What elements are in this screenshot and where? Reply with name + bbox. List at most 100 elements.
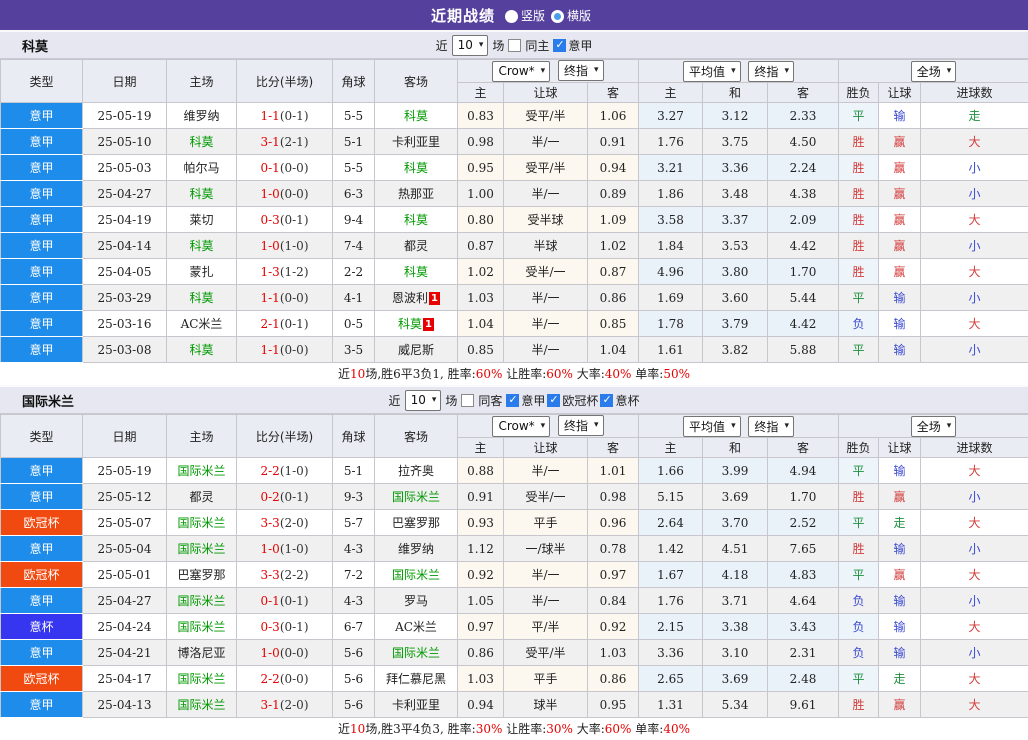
league-checkbox-label: 意甲: [521, 392, 545, 409]
result-handicap-cell: 输: [879, 311, 921, 337]
col-away: 客场: [375, 60, 458, 103]
matches-label: 场: [492, 37, 504, 54]
halftime-score: (1-0): [280, 542, 309, 556]
score-cell: 0-3(0-1): [237, 614, 333, 640]
date-cell: 25-03-08: [83, 337, 167, 363]
summary-segment: 60%: [605, 722, 632, 736]
score-cell: 2-2(0-0): [237, 666, 333, 692]
league-cell: 意甲: [1, 458, 83, 484]
halftime-score: (0-0): [280, 672, 309, 686]
team-name: 科莫: [22, 36, 48, 55]
average-stage-select[interactable]: 终指▾: [748, 416, 794, 437]
result-outcome-cell: 胜: [839, 259, 879, 285]
halftime-score: (0-0): [280, 343, 309, 357]
subcol-avg-home: 主: [639, 438, 703, 458]
home-team-cell: 国际米兰: [167, 614, 237, 640]
subcol-goals-result: 进球数: [921, 83, 1028, 103]
result-handicap-cell: 输: [879, 536, 921, 562]
odds-stage-select[interactable]: 终指▾: [558, 60, 604, 81]
result-goals-cell: 大: [921, 614, 1028, 640]
fulltime-score: 1-3: [260, 265, 279, 279]
away-team-cell: 科莫1: [375, 311, 458, 337]
result-goals-cell: 小: [921, 337, 1028, 363]
home-team-cell: 国际米兰: [167, 666, 237, 692]
subcol-handicap-result: 让球: [879, 83, 921, 103]
topbar: 近期战绩 竖版横版: [0, 0, 1028, 30]
score-cell: 2-2(1-0): [237, 458, 333, 484]
away-team-name: 科莫: [404, 109, 428, 123]
home-team-cell: AC米兰: [167, 311, 237, 337]
odds-stage-select[interactable]: 终指▾: [558, 415, 604, 436]
odds-away-cell: 1.06: [588, 103, 639, 129]
result-handicap-cell: 赢: [879, 259, 921, 285]
chevron-down-icon: ▾: [947, 67, 952, 76]
odds-away-cell: 0.78: [588, 536, 639, 562]
odds-source-select[interactable]: Crow*▾: [492, 61, 550, 82]
result-handicap-cell: 输: [879, 103, 921, 129]
same-venue-checkbox[interactable]: [461, 394, 474, 407]
team-name: 国际米兰: [22, 391, 74, 410]
col-score: 比分(半场): [237, 415, 333, 458]
avg-home-cell: 1.84: [639, 233, 703, 259]
average-select[interactable]: 平均值▾: [683, 416, 741, 437]
result-handicap-cell: 赢: [879, 207, 921, 233]
home-team-cell: 国际米兰: [167, 692, 237, 718]
recent-count-select[interactable]: 10▾: [452, 35, 489, 56]
league-checkbox[interactable]: [506, 394, 519, 407]
summary-segment: 10: [350, 367, 365, 381]
result-handicap-cell: 输: [879, 614, 921, 640]
away-team-cell: 国际米兰: [375, 640, 458, 666]
league-checkbox[interactable]: [547, 394, 560, 407]
summary-segment: 近: [338, 367, 350, 381]
corners-cell: 6-3: [333, 181, 375, 207]
odds-away-cell: 0.86: [588, 666, 639, 692]
average-stage-select[interactable]: 终指▾: [748, 61, 794, 82]
away-team-cell: 威尼斯: [375, 337, 458, 363]
halftime-score: (2-0): [280, 516, 309, 530]
matches-tbody: 意甲25-05-19维罗纳1-1(0-1)5-5科莫0.83受平/半1.063.…: [1, 103, 1028, 363]
odds-group: Crow*▾ 终指▾: [458, 60, 639, 83]
scope-select[interactable]: 全场▾: [911, 61, 957, 82]
away-team-cell: 科莫: [375, 207, 458, 233]
date-cell: 25-04-19: [83, 207, 167, 233]
odds-source-select[interactable]: Crow*▾: [492, 416, 550, 437]
home-team-name: 国际米兰: [177, 542, 225, 556]
horizontal-layout-radio[interactable]: [551, 10, 564, 23]
match-row: 意甲25-03-29科莫1-1(0-0)4-1恩波利11.03半/一0.861.…: [1, 285, 1028, 311]
team-section-inter: 国际米兰 近 10▾ 场 同客 意甲欧冠杯意杯 类型 日期 主场 比分(半场) …: [0, 385, 1028, 740]
corners-cell: 5-5: [333, 155, 375, 181]
chevron-down-icon: ▾: [947, 422, 952, 431]
summary-segment: 让胜率:: [502, 722, 546, 736]
league-checkbox[interactable]: [600, 394, 613, 407]
league-cell: 意甲: [1, 259, 83, 285]
odds-handicap-cell: 受半/一: [504, 259, 588, 285]
home-team-name: AC米兰: [181, 317, 223, 331]
recent-count-select[interactable]: 10▾: [405, 390, 442, 411]
match-row: 意甲25-04-19莱切0-3(0-1)9-4科莫0.80受半球1.093.58…: [1, 207, 1028, 233]
date-cell: 25-05-12: [83, 484, 167, 510]
odds-away-cell: 0.91: [588, 129, 639, 155]
avg-away-cell: 2.09: [768, 207, 839, 233]
avg-away-cell: 2.33: [768, 103, 839, 129]
result-handicap-cell: 输: [879, 458, 921, 484]
match-row: 意甲25-05-19维罗纳1-1(0-1)5-5科莫0.83受平/半1.063.…: [1, 103, 1028, 129]
chevron-down-icon: ▾: [432, 396, 437, 405]
corners-cell: 4-1: [333, 285, 375, 311]
league-cell: 意甲: [1, 155, 83, 181]
away-team-cell: 巴塞罗那: [375, 510, 458, 536]
subcol-avg-draw: 和: [703, 438, 768, 458]
league-checkbox[interactable]: [553, 39, 566, 52]
scope-select[interactable]: 全场▾: [911, 416, 957, 437]
date-cell: 25-05-19: [83, 458, 167, 484]
odds-away-cell: 1.02: [588, 233, 639, 259]
result-handicap-cell: 赢: [879, 484, 921, 510]
col-corner: 角球: [333, 415, 375, 458]
same-venue-checkbox[interactable]: [508, 39, 521, 52]
result-outcome-cell: 胜: [839, 692, 879, 718]
fulltime-score: 3-1: [260, 698, 279, 712]
home-team-cell: 维罗纳: [167, 103, 237, 129]
vertical-layout-radio[interactable]: [505, 10, 518, 23]
match-row: 意甲25-05-19国际米兰2-2(1-0)5-1拉齐奥0.88半/一1.011…: [1, 458, 1028, 484]
average-select[interactable]: 平均值▾: [683, 61, 741, 82]
fulltime-score: 2-2: [260, 672, 279, 686]
